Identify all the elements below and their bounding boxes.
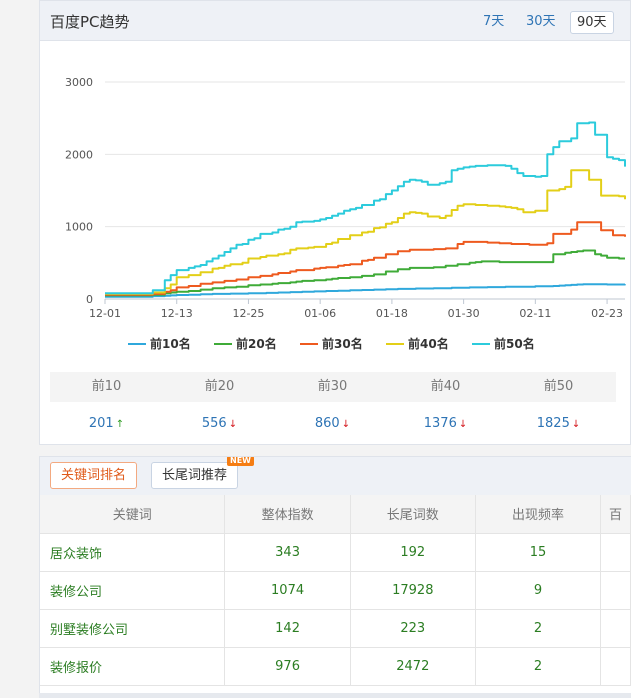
- stat-number-top40: 1376: [423, 416, 457, 431]
- arrow-up-icon: ↑: [115, 419, 125, 430]
- rank-stats-summary: 前10 前20 前30 前40 前50 201 ↑ 556 ↓ 860 ↓ 1376 ↓…: [50, 372, 616, 442]
- arrow-down-icon: ↓: [341, 419, 351, 430]
- legend-label-top10: 前10名: [150, 337, 191, 351]
- col-header-truncated[interactable]: 百: [600, 495, 631, 534]
- overall-index-cell: 976: [224, 647, 351, 686]
- series-line-top10: [105, 283, 626, 298]
- range-30-days-button[interactable]: 30天: [526, 11, 556, 34]
- range-7-days-button[interactable]: 7天: [483, 11, 504, 34]
- legend-swatch-top30: [300, 342, 318, 345]
- keyword-table: 关键词 整体指数 长尾词数 出现频率 百 居众装饰 343 192 15 装修公…: [40, 495, 631, 686]
- pc-trend-header: 百度PC趋势 7天 30天 90天: [40, 1, 630, 41]
- legend-label-top50: 前50名: [494, 337, 535, 351]
- x-tick-label: 12-13: [161, 307, 193, 320]
- frequency-cell: 2: [475, 609, 602, 648]
- stat-number-top20: 556: [201, 416, 227, 431]
- stat-value-top10[interactable]: 201 ↑: [50, 414, 163, 434]
- longtail-count-cell: 192: [350, 533, 476, 572]
- x-tick-label: 01-06: [304, 307, 336, 320]
- x-tick-label: 02-11: [519, 307, 551, 320]
- legend-swatch-top10: [128, 342, 146, 345]
- y-tick-label: 0: [86, 293, 93, 306]
- tab-longtail-recommend[interactable]: 长尾词推荐: [151, 462, 239, 489]
- stat-value-top40[interactable]: 1376 ↓: [389, 414, 502, 434]
- pc-trend-line-chart: 0 1000 2000 3000 12-01 12-13 12-25 01-06 01-18 01…: [65, 76, 626, 320]
- next-panel-edge: [39, 693, 631, 698]
- legend-swatch-top20: [214, 342, 232, 345]
- table-header-row: 关键词 整体指数 长尾词数 出现频率 百: [40, 495, 631, 534]
- stat-value-top20[interactable]: 556 ↓: [163, 414, 276, 434]
- col-header-keyword[interactable]: 关键词: [40, 495, 226, 534]
- longtail-count-cell: 223: [350, 609, 476, 648]
- stat-header-top10: 前10: [91, 379, 122, 394]
- table-row: 居众装饰 343 192 15: [40, 533, 631, 572]
- stat-header-top30: 前30: [317, 379, 348, 394]
- pc-trend-title: 百度PC趋势: [50, 13, 130, 31]
- longtail-count-cell: 17928: [350, 571, 476, 610]
- keyword-link[interactable]: 装修报价: [40, 647, 226, 686]
- legend-swatch-top40: [386, 342, 404, 345]
- legend-label-top30: 前30名: [322, 337, 363, 351]
- truncated-cell: [600, 647, 631, 686]
- y-tick-label: 2000: [65, 148, 93, 161]
- legend-label-top20: 前20名: [236, 337, 277, 351]
- new-badge: NEW: [227, 457, 254, 466]
- col-header-frequency[interactable]: 出现频率: [475, 495, 602, 534]
- table-row: 装修报价 976 2472 2: [40, 647, 631, 686]
- overall-index-cell: 1074: [224, 571, 351, 610]
- stat-value-top50[interactable]: 1825 ↓: [502, 414, 615, 434]
- pc-trend-panel: 百度PC趋势 7天 30天 90天 0 1000 2000 3000 12-01 12-1…: [39, 0, 631, 445]
- keyword-ranking-panel: 关键词排名 长尾词推荐 NEW 关键词 整体指数 长尾词数 出现频率 百 居众装…: [39, 456, 631, 698]
- arrow-down-icon: ↓: [228, 419, 238, 430]
- stat-header-top40: 前40: [430, 379, 461, 394]
- frequency-cell: 9: [475, 571, 602, 610]
- frequency-cell: 2: [475, 647, 602, 686]
- range-90-days-button[interactable]: 90天: [570, 11, 614, 34]
- rank-stats-header: 前10 前20 前30 前40 前50: [50, 372, 616, 402]
- stat-header-top50: 前50: [543, 379, 574, 394]
- y-tick-label: 1000: [65, 221, 93, 234]
- col-header-longtail-count[interactable]: 长尾词数: [350, 495, 476, 534]
- truncated-cell: [600, 609, 631, 648]
- arrow-down-icon: ↓: [571, 419, 581, 430]
- frequency-cell: 15: [475, 533, 602, 572]
- x-tick-label: 12-25: [232, 307, 264, 320]
- x-tick-label: 01-30: [448, 307, 480, 320]
- stat-header-top20: 前20: [204, 379, 235, 394]
- stat-number-top10: 201: [88, 416, 114, 431]
- overall-index-cell: 142: [224, 609, 351, 648]
- y-tick-label: 3000: [65, 76, 93, 89]
- stat-number-top50: 1825: [536, 416, 570, 431]
- legend-item-top10[interactable]: 前10名: [128, 335, 191, 351]
- tab-keyword-ranking[interactable]: 关键词排名: [50, 462, 138, 489]
- truncated-cell: [600, 533, 631, 572]
- legend-item-top30[interactable]: 前30名: [300, 335, 363, 351]
- arrow-down-icon: ↓: [458, 419, 468, 430]
- x-tick-label: 12-01: [89, 307, 121, 320]
- stat-value-top30[interactable]: 860 ↓: [276, 414, 389, 434]
- x-tick-label: 02-23: [591, 307, 623, 320]
- stat-number-top30: 860: [314, 416, 340, 431]
- overall-index-cell: 343: [224, 533, 351, 572]
- legend-item-top40[interactable]: 前40名: [386, 335, 449, 351]
- x-tick-label: 01-18: [376, 307, 408, 320]
- col-header-overall-index[interactable]: 整体指数: [224, 495, 351, 534]
- legend-label-top40: 前40名: [408, 337, 449, 351]
- table-row: 装修公司 1074 17928 9: [40, 571, 631, 610]
- truncated-cell: [600, 571, 631, 610]
- keyword-tabs: 关键词排名 长尾词推荐 NEW: [40, 457, 631, 495]
- legend-item-top20[interactable]: 前20名: [214, 335, 277, 351]
- keyword-link[interactable]: 别墅装修公司: [40, 609, 226, 648]
- series-line-top20: [105, 249, 625, 297]
- legend-swatch-top50: [472, 342, 490, 345]
- legend-item-top50[interactable]: 前50名: [472, 335, 535, 351]
- keyword-link[interactable]: 居众装饰: [40, 533, 226, 572]
- longtail-count-cell: 2472: [350, 647, 476, 686]
- table-row: 别墅装修公司 142 223 2: [40, 609, 631, 648]
- keyword-link[interactable]: 装修公司: [40, 571, 226, 610]
